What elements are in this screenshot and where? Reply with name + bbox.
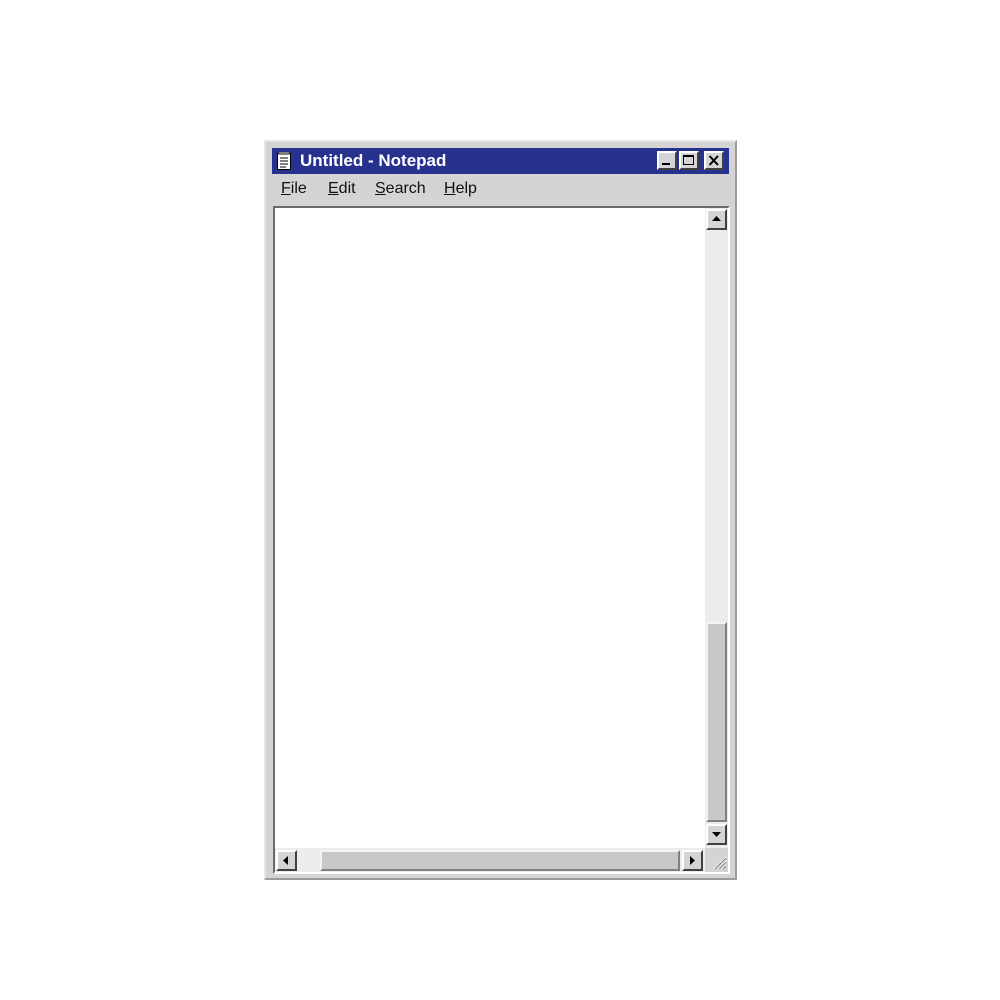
minimize-icon [662, 163, 670, 165]
scroll-left-button[interactable] [276, 850, 297, 871]
close-button[interactable] [704, 151, 724, 170]
menu-bar: File Edit Search Help [272, 176, 729, 202]
menu-edit-rest: dit [338, 180, 356, 197]
vertical-scrollbar[interactable] [705, 208, 728, 848]
menu-search-rest: earch [385, 180, 426, 197]
menu-file-accel: F [281, 180, 291, 197]
title-bar[interactable]: Untitled - Notepad [272, 148, 729, 174]
menu-file-rest: ile [290, 180, 307, 197]
menu-edit-accel: E [328, 180, 339, 197]
close-icon [708, 155, 719, 166]
arrow-left-icon [283, 856, 288, 865]
menu-search[interactable]: Search [375, 180, 426, 198]
notepad-app-icon[interactable] [277, 152, 291, 170]
minimize-button[interactable] [657, 151, 677, 170]
arrow-right-icon [690, 856, 695, 865]
resize-grip-icon [713, 856, 727, 870]
menu-help[interactable]: Help [444, 180, 477, 198]
arrow-down-icon [712, 832, 721, 837]
resize-grip[interactable] [705, 848, 728, 872]
notepad-window: Untitled - Notepad File Edit Search Help [264, 140, 737, 880]
menu-edit[interactable]: Edit [328, 180, 356, 198]
horizontal-scrollbar[interactable] [275, 848, 705, 872]
menu-help-accel: H [444, 180, 456, 197]
menu-file[interactable]: File [281, 180, 307, 198]
window-title: Untitled - Notepad [300, 151, 447, 170]
maximize-button[interactable] [679, 151, 699, 170]
client-area [273, 206, 730, 874]
menu-search-accel: S [375, 180, 386, 197]
vertical-scroll-thumb[interactable] [706, 622, 727, 822]
maximize-icon [683, 155, 694, 165]
horizontal-scroll-thumb[interactable] [320, 850, 680, 871]
text-editor[interactable] [275, 208, 705, 848]
scroll-down-button[interactable] [706, 824, 727, 845]
scroll-right-button[interactable] [682, 850, 703, 871]
menu-help-rest: elp [455, 180, 477, 197]
arrow-up-icon [712, 216, 721, 221]
scroll-up-button[interactable] [706, 209, 727, 230]
